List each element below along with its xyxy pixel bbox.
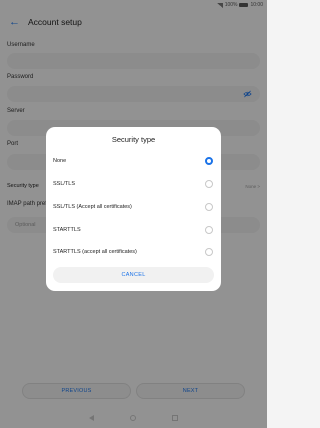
option-ssl-tls[interactable]: SSL/TLS bbox=[53, 177, 213, 191]
option-ssl-tls-accept-all[interactable]: SSL/TLS (Accept all certificates) bbox=[53, 200, 213, 214]
radio-unselected[interactable] bbox=[205, 180, 213, 188]
radio-selected[interactable] bbox=[205, 157, 213, 165]
security-type-dialog: Security type None SSL/TLS SSL/TLS (Acce… bbox=[46, 127, 221, 291]
radio-unselected[interactable] bbox=[205, 226, 213, 234]
cancel-button[interactable]: CANCEL bbox=[53, 267, 214, 283]
option-label: SSL/TLS (Accept all certificates) bbox=[53, 204, 132, 210]
radio-unselected[interactable] bbox=[205, 248, 213, 256]
dialog-title: Security type bbox=[111, 135, 156, 144]
option-label: None bbox=[53, 158, 67, 164]
option-label: STARTTLS bbox=[53, 227, 81, 233]
option-label: STARTTLS (accept all certificates) bbox=[53, 249, 137, 255]
option-none[interactable]: None bbox=[53, 154, 213, 168]
option-label: SSL/TLS bbox=[53, 181, 76, 187]
radio-unselected[interactable] bbox=[205, 203, 213, 211]
option-starttls-accept-all[interactable]: STARTTLS (accept all certificates) bbox=[53, 245, 213, 259]
option-starttls[interactable]: STARTTLS bbox=[53, 223, 213, 237]
